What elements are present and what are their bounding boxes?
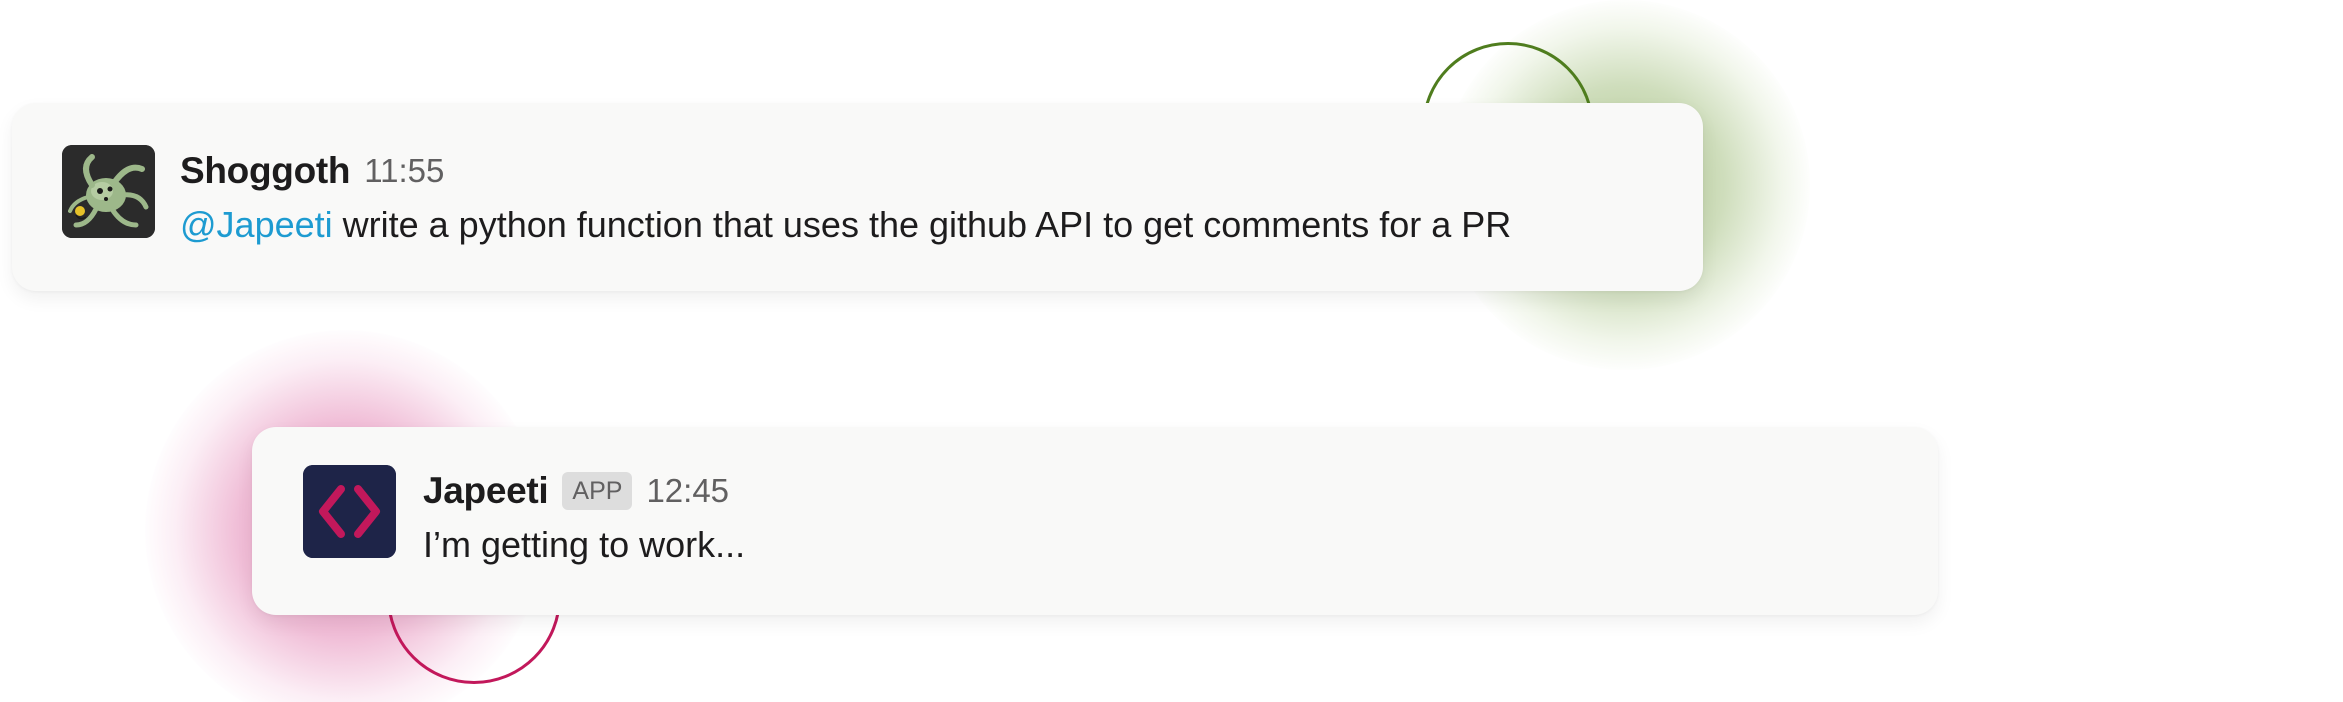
message-card-shoggoth[interactable]: Shoggoth 11:55 @Japeeti write a python f… — [12, 103, 1703, 291]
message-text: I’m getting to work... — [423, 524, 746, 565]
message-card-japeeti[interactable]: Japeeti APP 12:45 I’m getting to work... — [252, 427, 1938, 615]
author-name[interactable]: Japeeti — [423, 470, 549, 512]
app-badge: APP — [562, 472, 633, 510]
message-text: @Japeeti write a python function that us… — [180, 201, 1511, 249]
avatar-shoggoth[interactable] — [62, 145, 155, 238]
author-name[interactable]: Shoggoth — [180, 150, 351, 192]
message-content: Shoggoth 11:55 @Japeeti write a python f… — [180, 145, 1511, 249]
message-content: Japeeti APP 12:45 I’m getting to work... — [423, 465, 745, 569]
shoggoth-creature-icon — [62, 145, 155, 238]
message-timestamp[interactable]: 11:55 — [364, 152, 444, 190]
message-header: Shoggoth 11:55 — [180, 145, 1511, 197]
message-timestamp[interactable]: 12:45 — [646, 472, 729, 510]
avatar-japeeti[interactable] — [303, 465, 396, 558]
code-brackets-icon — [303, 465, 396, 558]
message-header: Japeeti APP 12:45 — [423, 465, 745, 517]
user-mention[interactable]: @Japeeti — [180, 204, 333, 245]
message-body-text: write a python function that uses the gi… — [332, 204, 1512, 245]
slack-thread-canvas: Shoggoth 11:55 @Japeeti write a python f… — [0, 0, 2343, 702]
